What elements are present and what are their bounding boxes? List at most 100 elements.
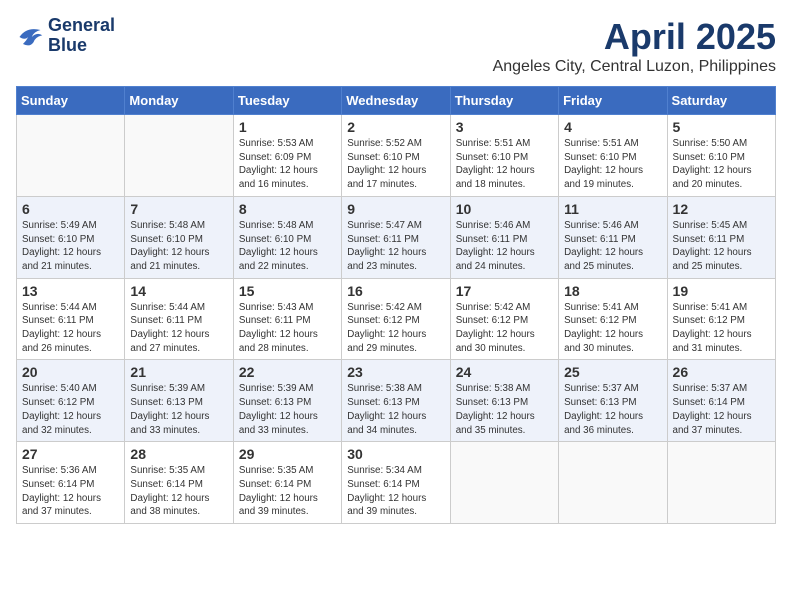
day-info: Sunrise: 5:45 AMSunset: 6:11 PMDaylight:… bbox=[673, 219, 770, 274]
day-number: 13 bbox=[22, 283, 119, 299]
day-number: 5 bbox=[673, 119, 770, 135]
calendar-week-row: 1 Sunrise: 5:53 AMSunset: 6:09 PMDaylight… bbox=[17, 115, 776, 197]
day-info: Sunrise: 5:38 AMSunset: 6:13 PMDaylight:… bbox=[347, 382, 444, 437]
calendar-header-row: SundayMondayTuesdayWednesdayThursdayFrid… bbox=[17, 87, 776, 115]
day-number: 11 bbox=[564, 201, 661, 217]
day-number: 9 bbox=[347, 201, 444, 217]
calendar-cell: 21 Sunrise: 5:39 AMSunset: 6:13 PMDayligh… bbox=[125, 360, 233, 442]
day-number: 17 bbox=[456, 283, 553, 299]
day-number: 14 bbox=[130, 283, 227, 299]
day-header-thursday: Thursday bbox=[450, 87, 558, 115]
day-header-sunday: Sunday bbox=[17, 87, 125, 115]
day-number: 23 bbox=[347, 364, 444, 380]
day-info: Sunrise: 5:51 AMSunset: 6:10 PMDaylight:… bbox=[456, 137, 553, 192]
calendar-cell: 17 Sunrise: 5:42 AMSunset: 6:12 PMDayligh… bbox=[450, 278, 558, 360]
day-info: Sunrise: 5:39 AMSunset: 6:13 PMDaylight:… bbox=[239, 382, 336, 437]
calendar-cell: 11 Sunrise: 5:46 AMSunset: 6:11 PMDayligh… bbox=[559, 196, 667, 278]
calendar-cell: 2Sunrise: 5:52 AMSunset: 6:10 PMDaylight… bbox=[342, 115, 450, 197]
calendar-cell: 16Sunrise: 5:42 AMSunset: 6:12 PMDayligh… bbox=[342, 278, 450, 360]
day-info: Sunrise: 5:50 AMSunset: 6:10 PMDaylight:… bbox=[673, 137, 770, 192]
calendar-table: SundayMondayTuesdayWednesdayThursdayFrid… bbox=[16, 86, 776, 524]
logo: General Blue bbox=[16, 16, 115, 56]
day-info: Sunrise: 5:49 AMSunset: 6:10 PMDaylight:… bbox=[22, 219, 119, 274]
day-info: Sunrise: 5:39 AMSunset: 6:13 PMDaylight:… bbox=[130, 382, 227, 437]
day-info: Sunrise: 5:35 AMSunset: 6:14 PMDaylight:… bbox=[130, 464, 227, 519]
day-info: Sunrise: 5:42 AMSunset: 6:12 PMDaylight:… bbox=[347, 301, 444, 356]
calendar-cell: 30 Sunrise: 5:34 AMSunset: 6:14 PMDayligh… bbox=[342, 442, 450, 524]
calendar-week-row: 27 Sunrise: 5:36 AMSunset: 6:14 PMDayligh… bbox=[17, 442, 776, 524]
calendar-cell: 9 Sunrise: 5:47 AMSunset: 6:11 PMDaylight… bbox=[342, 196, 450, 278]
day-header-wednesday: Wednesday bbox=[342, 87, 450, 115]
day-number: 15 bbox=[239, 283, 336, 299]
day-number: 24 bbox=[456, 364, 553, 380]
day-info: Sunrise: 5:40 AMSunset: 6:12 PMDaylight:… bbox=[22, 382, 119, 437]
calendar-cell: 1 Sunrise: 5:53 AMSunset: 6:09 PMDaylight… bbox=[233, 115, 341, 197]
logo-icon bbox=[16, 23, 44, 51]
calendar-week-row: 20 Sunrise: 5:40 AMSunset: 6:12 PMDayligh… bbox=[17, 360, 776, 442]
day-info: Sunrise: 5:48 AMSunset: 6:10 PMDaylight:… bbox=[239, 219, 336, 274]
day-number: 29 bbox=[239, 446, 336, 462]
calendar-cell: 14Sunrise: 5:44 AMSunset: 6:11 PMDayligh… bbox=[125, 278, 233, 360]
title-area: April 2025 Angeles City, Central Luzon, … bbox=[493, 16, 776, 76]
calendar-cell: 26Sunrise: 5:37 AMSunset: 6:14 PMDayligh… bbox=[667, 360, 775, 442]
day-info: Sunrise: 5:44 AMSunset: 6:11 PMDaylight:… bbox=[22, 301, 119, 356]
calendar-cell: 18Sunrise: 5:41 AMSunset: 6:12 PMDayligh… bbox=[559, 278, 667, 360]
day-number: 28 bbox=[130, 446, 227, 462]
day-info: Sunrise: 5:53 AMSunset: 6:09 PMDaylight:… bbox=[239, 137, 336, 192]
day-number: 25 bbox=[564, 364, 661, 380]
day-number: 30 bbox=[347, 446, 444, 462]
calendar-cell: 25Sunrise: 5:37 AMSunset: 6:13 PMDayligh… bbox=[559, 360, 667, 442]
day-info: Sunrise: 5:35 AMSunset: 6:14 PMDaylight:… bbox=[239, 464, 336, 519]
location-title: Angeles City, Central Luzon, Philippines bbox=[493, 58, 776, 76]
day-number: 7 bbox=[130, 201, 227, 217]
day-info: Sunrise: 5:38 AMSunset: 6:13 PMDaylight:… bbox=[456, 382, 553, 437]
day-header-friday: Friday bbox=[559, 87, 667, 115]
day-number: 27 bbox=[22, 446, 119, 462]
day-info: Sunrise: 5:51 AMSunset: 6:10 PMDaylight:… bbox=[564, 137, 661, 192]
day-info: Sunrise: 5:41 AMSunset: 6:12 PMDaylight:… bbox=[673, 301, 770, 356]
logo-text: General Blue bbox=[48, 16, 115, 56]
calendar-cell: 7 Sunrise: 5:48 AMSunset: 6:10 PMDaylight… bbox=[125, 196, 233, 278]
day-number: 21 bbox=[130, 364, 227, 380]
day-info: Sunrise: 5:43 AMSunset: 6:11 PMDaylight:… bbox=[239, 301, 336, 356]
calendar-cell: 27 Sunrise: 5:36 AMSunset: 6:14 PMDayligh… bbox=[17, 442, 125, 524]
calendar-cell bbox=[450, 442, 558, 524]
calendar-cell: 3 Sunrise: 5:51 AMSunset: 6:10 PMDaylight… bbox=[450, 115, 558, 197]
day-number: 10 bbox=[456, 201, 553, 217]
calendar-cell: 4Sunrise: 5:51 AMSunset: 6:10 PMDaylight… bbox=[559, 115, 667, 197]
calendar-cell: 28 Sunrise: 5:35 AMSunset: 6:14 PMDayligh… bbox=[125, 442, 233, 524]
day-info: Sunrise: 5:46 AMSunset: 6:11 PMDaylight:… bbox=[456, 219, 553, 274]
calendar-cell bbox=[125, 115, 233, 197]
calendar-cell: 20 Sunrise: 5:40 AMSunset: 6:12 PMDayligh… bbox=[17, 360, 125, 442]
month-title: April 2025 bbox=[493, 16, 776, 58]
day-number: 3 bbox=[456, 119, 553, 135]
calendar-cell bbox=[17, 115, 125, 197]
day-number: 19 bbox=[673, 283, 770, 299]
day-number: 1 bbox=[239, 119, 336, 135]
calendar-cell: 5 Sunrise: 5:50 AMSunset: 6:10 PMDaylight… bbox=[667, 115, 775, 197]
day-info: Sunrise: 5:52 AMSunset: 6:10 PMDaylight:… bbox=[347, 137, 444, 192]
day-number: 6 bbox=[22, 201, 119, 217]
header: General Blue April 2025 Angeles City, Ce… bbox=[16, 16, 776, 76]
day-info: Sunrise: 5:41 AMSunset: 6:12 PMDaylight:… bbox=[564, 301, 661, 356]
calendar-week-row: 13 Sunrise: 5:44 AMSunset: 6:11 PMDayligh… bbox=[17, 278, 776, 360]
calendar-cell: 23 Sunrise: 5:38 AMSunset: 6:13 PMDayligh… bbox=[342, 360, 450, 442]
day-info: Sunrise: 5:47 AMSunset: 6:11 PMDaylight:… bbox=[347, 219, 444, 274]
day-info: Sunrise: 5:42 AMSunset: 6:12 PMDaylight:… bbox=[456, 301, 553, 356]
day-number: 22 bbox=[239, 364, 336, 380]
calendar-cell: 6 Sunrise: 5:49 AMSunset: 6:10 PMDaylight… bbox=[17, 196, 125, 278]
calendar-cell: 10 Sunrise: 5:46 AMSunset: 6:11 PMDayligh… bbox=[450, 196, 558, 278]
calendar-week-row: 6 Sunrise: 5:49 AMSunset: 6:10 PMDaylight… bbox=[17, 196, 776, 278]
calendar-cell bbox=[559, 442, 667, 524]
day-info: Sunrise: 5:36 AMSunset: 6:14 PMDaylight:… bbox=[22, 464, 119, 519]
day-number: 20 bbox=[22, 364, 119, 380]
day-info: Sunrise: 5:46 AMSunset: 6:11 PMDaylight:… bbox=[564, 219, 661, 274]
calendar-cell: 29 Sunrise: 5:35 AMSunset: 6:14 PMDayligh… bbox=[233, 442, 341, 524]
calendar-cell bbox=[667, 442, 775, 524]
calendar-cell: 22 Sunrise: 5:39 AMSunset: 6:13 PMDayligh… bbox=[233, 360, 341, 442]
day-info: Sunrise: 5:48 AMSunset: 6:10 PMDaylight:… bbox=[130, 219, 227, 274]
calendar-cell: 19 Sunrise: 5:41 AMSunset: 6:12 PMDayligh… bbox=[667, 278, 775, 360]
calendar-cell: 24 Sunrise: 5:38 AMSunset: 6:13 PMDayligh… bbox=[450, 360, 558, 442]
day-info: Sunrise: 5:34 AMSunset: 6:14 PMDaylight:… bbox=[347, 464, 444, 519]
day-number: 12 bbox=[673, 201, 770, 217]
